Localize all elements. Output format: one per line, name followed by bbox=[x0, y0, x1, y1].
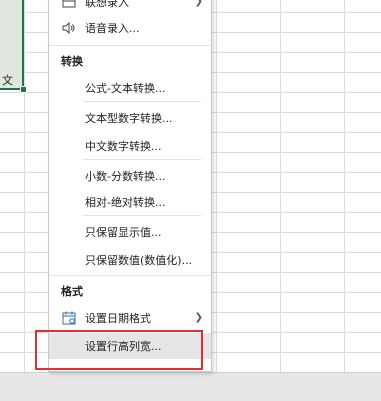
divider bbox=[83, 101, 201, 102]
menu-item-label: 设置日期格式 bbox=[85, 312, 151, 325]
menu-item-label: 中文数字转换... bbox=[85, 140, 162, 153]
menu-item-label: 只保留显示值... bbox=[85, 226, 162, 239]
menu-item-label: 文本型数字转换... bbox=[85, 112, 173, 125]
divider bbox=[49, 275, 211, 276]
menu-item-yuyin[interactable]: 语音录入... bbox=[49, 15, 211, 41]
highlight-box bbox=[35, 330, 203, 370]
menu-item-decimal-fraction[interactable]: 小数-分数转换... bbox=[49, 163, 211, 189]
divider bbox=[83, 159, 201, 160]
menu-item-label: 相对-绝对转换... bbox=[85, 196, 166, 209]
context-menu: 联想录入 ❯ 语音录入... 转换 公式-文本转换... 文本型数字转换... … bbox=[48, 0, 212, 372]
lianxiang-icon bbox=[59, 0, 79, 10]
menu-item-label: 只保留数值(数值化)... bbox=[85, 254, 193, 267]
menu-item-keep-value[interactable]: 只保留数值(数值化)... bbox=[49, 247, 211, 273]
menu-item-label: 联想录入 bbox=[85, 0, 129, 9]
speaker-icon bbox=[59, 20, 79, 36]
menu-item-text-number[interactable]: 文本型数字转换... bbox=[49, 105, 211, 131]
menu-item-relative-absolute[interactable]: 相对-绝对转换... bbox=[49, 189, 211, 215]
chevron-right-icon: ❯ bbox=[194, 0, 203, 7]
divider bbox=[83, 215, 201, 216]
section-convert: 转换 bbox=[61, 55, 83, 68]
menu-item-keep-display[interactable]: 只保留显示值... bbox=[49, 219, 211, 245]
menu-item-formula-text[interactable]: 公式-文本转换... bbox=[49, 75, 211, 101]
status-bar bbox=[0, 372, 381, 401]
menu-item-chinese-number[interactable]: 中文数字转换... bbox=[49, 133, 211, 159]
section-format: 格式 bbox=[61, 285, 83, 298]
divider bbox=[49, 45, 211, 46]
fill-handle[interactable] bbox=[20, 86, 27, 93]
menu-item-label: 语音录入... bbox=[85, 22, 140, 35]
menu-item-date-format[interactable]: 设置日期格式 ❯ bbox=[49, 305, 211, 331]
menu-item-lianxiang[interactable]: 联想录入 ❯ bbox=[49, 0, 211, 15]
menu-item-label: 公式-文本转换... bbox=[85, 82, 166, 95]
calendar-icon bbox=[59, 310, 79, 326]
cell-text: 文 bbox=[2, 74, 13, 87]
chevron-right-icon: ❯ bbox=[194, 312, 203, 323]
menu-item-label: 小数-分数转换... bbox=[85, 170, 166, 183]
